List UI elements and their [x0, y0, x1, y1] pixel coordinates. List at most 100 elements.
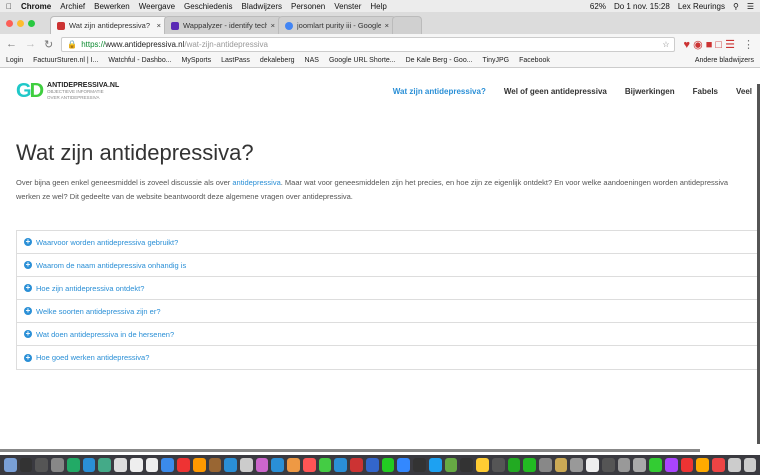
bookmark-nas[interactable]: NAS — [305, 57, 319, 64]
nav-bijwerkingen[interactable]: Bijwerkingen — [625, 87, 675, 96]
dock-app-icon[interactable] — [664, 458, 678, 472]
dock-app-icon[interactable] — [255, 458, 269, 472]
menu-venster[interactable]: Venster — [334, 2, 361, 11]
dock-app-icon[interactable] — [712, 458, 725, 472]
close-window-button[interactable] — [6, 20, 13, 27]
bookmark-google-url[interactable]: Google URL Shorte... — [329, 57, 396, 64]
tab-wappalyzer[interactable]: Wappalyzer - identify technolo × — [164, 16, 282, 34]
dock-app-icon[interactable] — [601, 458, 615, 472]
bookmark-other-folder[interactable]: Andere bladwijzers — [695, 57, 754, 64]
dock-app-icon[interactable] — [633, 458, 647, 472]
minimize-window-button[interactable] — [17, 20, 24, 27]
list-icon[interactable]: ☰ — [747, 2, 754, 11]
zoom-window-button[interactable] — [28, 20, 35, 27]
menu-personen[interactable]: Personen — [291, 2, 325, 11]
dock-app-icon[interactable] — [617, 458, 631, 472]
dock-app-icon[interactable] — [491, 458, 505, 472]
new-tab-button[interactable] — [392, 16, 422, 34]
bookmark-de-kale-berg[interactable]: De Kale Berg - Goo... — [406, 57, 473, 64]
dock-app-icon[interactable] — [727, 458, 741, 472]
dock-app-icon[interactable] — [98, 458, 112, 472]
close-tab-icon[interactable]: × — [157, 21, 161, 30]
menu-bladwijzers[interactable]: Bladwijzers — [242, 2, 282, 11]
dock-app-icon[interactable] — [570, 458, 584, 472]
horizontal-scrollbar[interactable] — [0, 449, 700, 452]
tab-google[interactable]: joomlart purity iii - Google zoe × — [278, 16, 396, 34]
dock-app-icon[interactable] — [82, 458, 96, 472]
close-tab-icon[interactable]: × — [385, 21, 389, 30]
bookmark-watchful[interactable]: Watchful - Dashbo... — [108, 57, 171, 64]
menu-help[interactable]: Help — [370, 2, 386, 11]
bookmark-factuursturen[interactable]: FactuurSturen.nl | I... — [33, 57, 98, 64]
more-icon[interactable]: ⋮ — [743, 38, 754, 51]
dock-app-icon[interactable] — [208, 458, 222, 472]
dock-app-icon[interactable] — [66, 458, 80, 472]
address-bar[interactable]: 🔒 https://www.antidepressiva.nl/wat-zijn… — [61, 36, 676, 52]
dock-app-icon[interactable] — [224, 458, 238, 472]
dock-app-icon[interactable] — [302, 458, 316, 472]
site-logo[interactable]: GD ANTIDEPRESSIVA.NL OBJECTIEVE INFORMATI… — [16, 80, 119, 103]
dock-app-icon[interactable] — [680, 458, 694, 472]
dock-app-icon[interactable] — [177, 458, 190, 472]
dock-app-icon[interactable] — [743, 458, 757, 472]
dock-app-icon[interactable] — [460, 458, 474, 472]
menu-weergave[interactable]: Weergave — [139, 2, 175, 11]
dock-app-icon[interactable] — [586, 458, 599, 472]
dock-app-icon[interactable] — [145, 458, 159, 472]
apple-icon[interactable]:  — [6, 2, 12, 11]
dock-app-icon[interactable] — [476, 458, 489, 472]
dock-app-icon[interactable] — [114, 458, 127, 472]
nav-wat-zijn[interactable]: Wat zijn antidepressiva? — [393, 87, 486, 96]
dock-app-icon[interactable] — [287, 458, 300, 472]
dock-app-icon[interactable] — [129, 458, 143, 472]
dock-app-icon[interactable] — [350, 458, 363, 472]
faq-item[interactable]: + Hoe goed werken antidepressiva? — [17, 346, 760, 369]
bookmark-lastpass[interactable]: LastPass — [221, 57, 250, 64]
menu-geschiedenis[interactable]: Geschiedenis — [184, 2, 232, 11]
dock-app-icon[interactable] — [365, 458, 379, 472]
close-tab-icon[interactable]: × — [271, 21, 275, 30]
dock-app-icon[interactable] — [381, 458, 395, 472]
nav-veel[interactable]: Veel — [736, 87, 752, 96]
bookmark-login[interactable]: Login — [6, 57, 23, 64]
bookmark-dekaleberg[interactable]: dekaleberg — [260, 57, 295, 64]
dock-app-icon[interactable] — [192, 458, 206, 472]
reload-icon[interactable]: ↻ — [44, 38, 53, 51]
tab-wat-zijn[interactable]: Wat zijn antidepressiva? × — [50, 16, 168, 34]
clock[interactable]: Do 1 nov. 15:28 — [614, 2, 670, 11]
dock-app-icon[interactable] — [35, 458, 49, 472]
faq-item[interactable]: + Hoe zijn antidepressiva ontdekt? — [17, 277, 760, 300]
user-menu[interactable]: Lex Reurings — [678, 2, 725, 11]
dock-app-icon[interactable] — [523, 458, 536, 472]
faq-item[interactable]: + Waarom de naam antidepressiva onhandig … — [17, 254, 760, 277]
battery-status[interactable]: 62% — [590, 2, 606, 11]
dock-app-icon[interactable] — [554, 458, 568, 472]
nav-fabels[interactable]: Fabels — [693, 87, 718, 96]
dock-app-icon[interactable] — [19, 458, 33, 472]
bookmark-facebook[interactable]: Facebook — [519, 57, 550, 64]
menu-archief[interactable]: Archief — [60, 2, 85, 11]
menu-bewerken[interactable]: Bewerken — [94, 2, 130, 11]
dock-app-icon[interactable] — [428, 458, 442, 472]
dock-app-icon[interactable] — [271, 458, 285, 472]
forward-icon[interactable]: → — [25, 38, 36, 50]
dock-app-icon[interactable] — [4, 458, 17, 472]
menu-app[interactable]: Chrome — [21, 2, 51, 11]
back-icon[interactable]: ← — [6, 38, 17, 50]
dock-app-icon[interactable] — [51, 458, 64, 472]
star-icon[interactable]: ☆ — [662, 40, 669, 49]
faq-item[interactable]: + Waarvoor worden antidepressiva gebruikt… — [17, 231, 760, 254]
dock-app-icon[interactable] — [696, 458, 710, 472]
nav-wel-of-geen[interactable]: Wel of geen antidepressiva — [504, 87, 607, 96]
dock-app-icon[interactable] — [161, 458, 175, 472]
dock-app-icon[interactable] — [334, 458, 348, 472]
faq-item[interactable]: + Welke soorten antidepressiva zijn er? — [17, 300, 760, 323]
dock-app-icon[interactable] — [649, 458, 662, 472]
antidepressiva-link[interactable]: antidepressiva — [232, 178, 280, 187]
search-icon[interactable]: ⚲ — [733, 2, 739, 11]
dock-app-icon[interactable] — [397, 458, 411, 472]
dock-app-icon[interactable] — [318, 458, 332, 472]
extension-icons[interactable]: ♥ ◉ ■ □ ☰ — [683, 38, 735, 51]
faq-item[interactable]: + Wat doen antidepressiva in de hersenen? — [17, 323, 760, 346]
bookmark-tinyjpg[interactable]: TinyJPG — [483, 57, 510, 64]
